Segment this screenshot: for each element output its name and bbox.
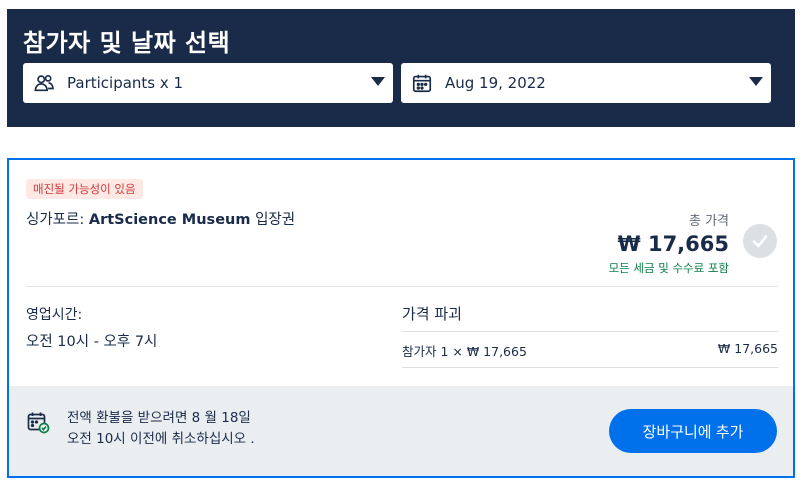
chevron-down-icon (749, 77, 763, 86)
selection-header: 참가자 및 날짜 선택 Participants x 1 Aug 19, 202… (7, 9, 795, 127)
breakdown-amount: ₩ 17,665 (717, 341, 778, 356)
divider (402, 331, 778, 332)
participants-label: Participants x 1 (67, 74, 184, 92)
price-breakdown-title: 가격 파괴 (402, 305, 462, 323)
date-label: Aug 19, 2022 (445, 74, 546, 92)
total-price-label: 총 가격 (688, 214, 729, 229)
participants-icon (34, 75, 54, 92)
breakdown-item: 참가자 1 × ₩ 17,665 (402, 344, 527, 359)
select-option-check[interactable] (743, 224, 777, 258)
ticket-option-card[interactable]: 매진될 가능성이 있음 싱가포르: ArtScience Museum 입장권 … (7, 158, 795, 478)
hours-value: 오전 10시 - 오후 7시 (26, 334, 158, 350)
date-selector[interactable]: Aug 19, 2022 (401, 63, 771, 103)
refund-line-1: 전액 환불을 받으려면 8 월 18일 (67, 410, 251, 426)
divider (402, 367, 778, 368)
hours-label: 영업시간: (26, 307, 83, 323)
refund-policy-text: 전액 환불을 받으려면 8 월 18일 오전 10시 이전에 취소하십시오 . (67, 408, 255, 450)
calendar-check-icon (27, 412, 50, 434)
add-to-cart-button[interactable]: 장바구니에 추가 (609, 409, 777, 453)
product-title: 싱가포르: ArtScience Museum 입장권 (26, 208, 295, 229)
check-icon (752, 235, 768, 248)
total-price-value: ₩ 17,665 (617, 232, 729, 256)
price-includes-note: 모든 세금 및 수수료 포함 (608, 261, 729, 275)
product-title-bold: ArtScience Museum (88, 212, 251, 228)
divider (26, 286, 778, 287)
product-title-prefix: 싱가포르: (26, 212, 89, 228)
refund-line-2: 오전 10시 이전에 취소하십시오 . (67, 431, 255, 447)
header-title: 참가자 및 날짜 선택 (23, 29, 231, 57)
sellout-badge: 매진될 가능성이 있음 (26, 179, 143, 199)
price-breakdown-row: 참가자 1 × ₩ 17,665 ₩ 17,665 (402, 341, 778, 360)
calendar-icon (412, 74, 432, 93)
chevron-down-icon (371, 77, 385, 86)
participants-selector[interactable]: Participants x 1 (23, 63, 393, 103)
product-title-suffix: 입장권 (250, 212, 296, 228)
card-footer: 전액 환불을 받으려면 8 월 18일 오전 10시 이전에 취소하십시오 . … (9, 386, 793, 476)
